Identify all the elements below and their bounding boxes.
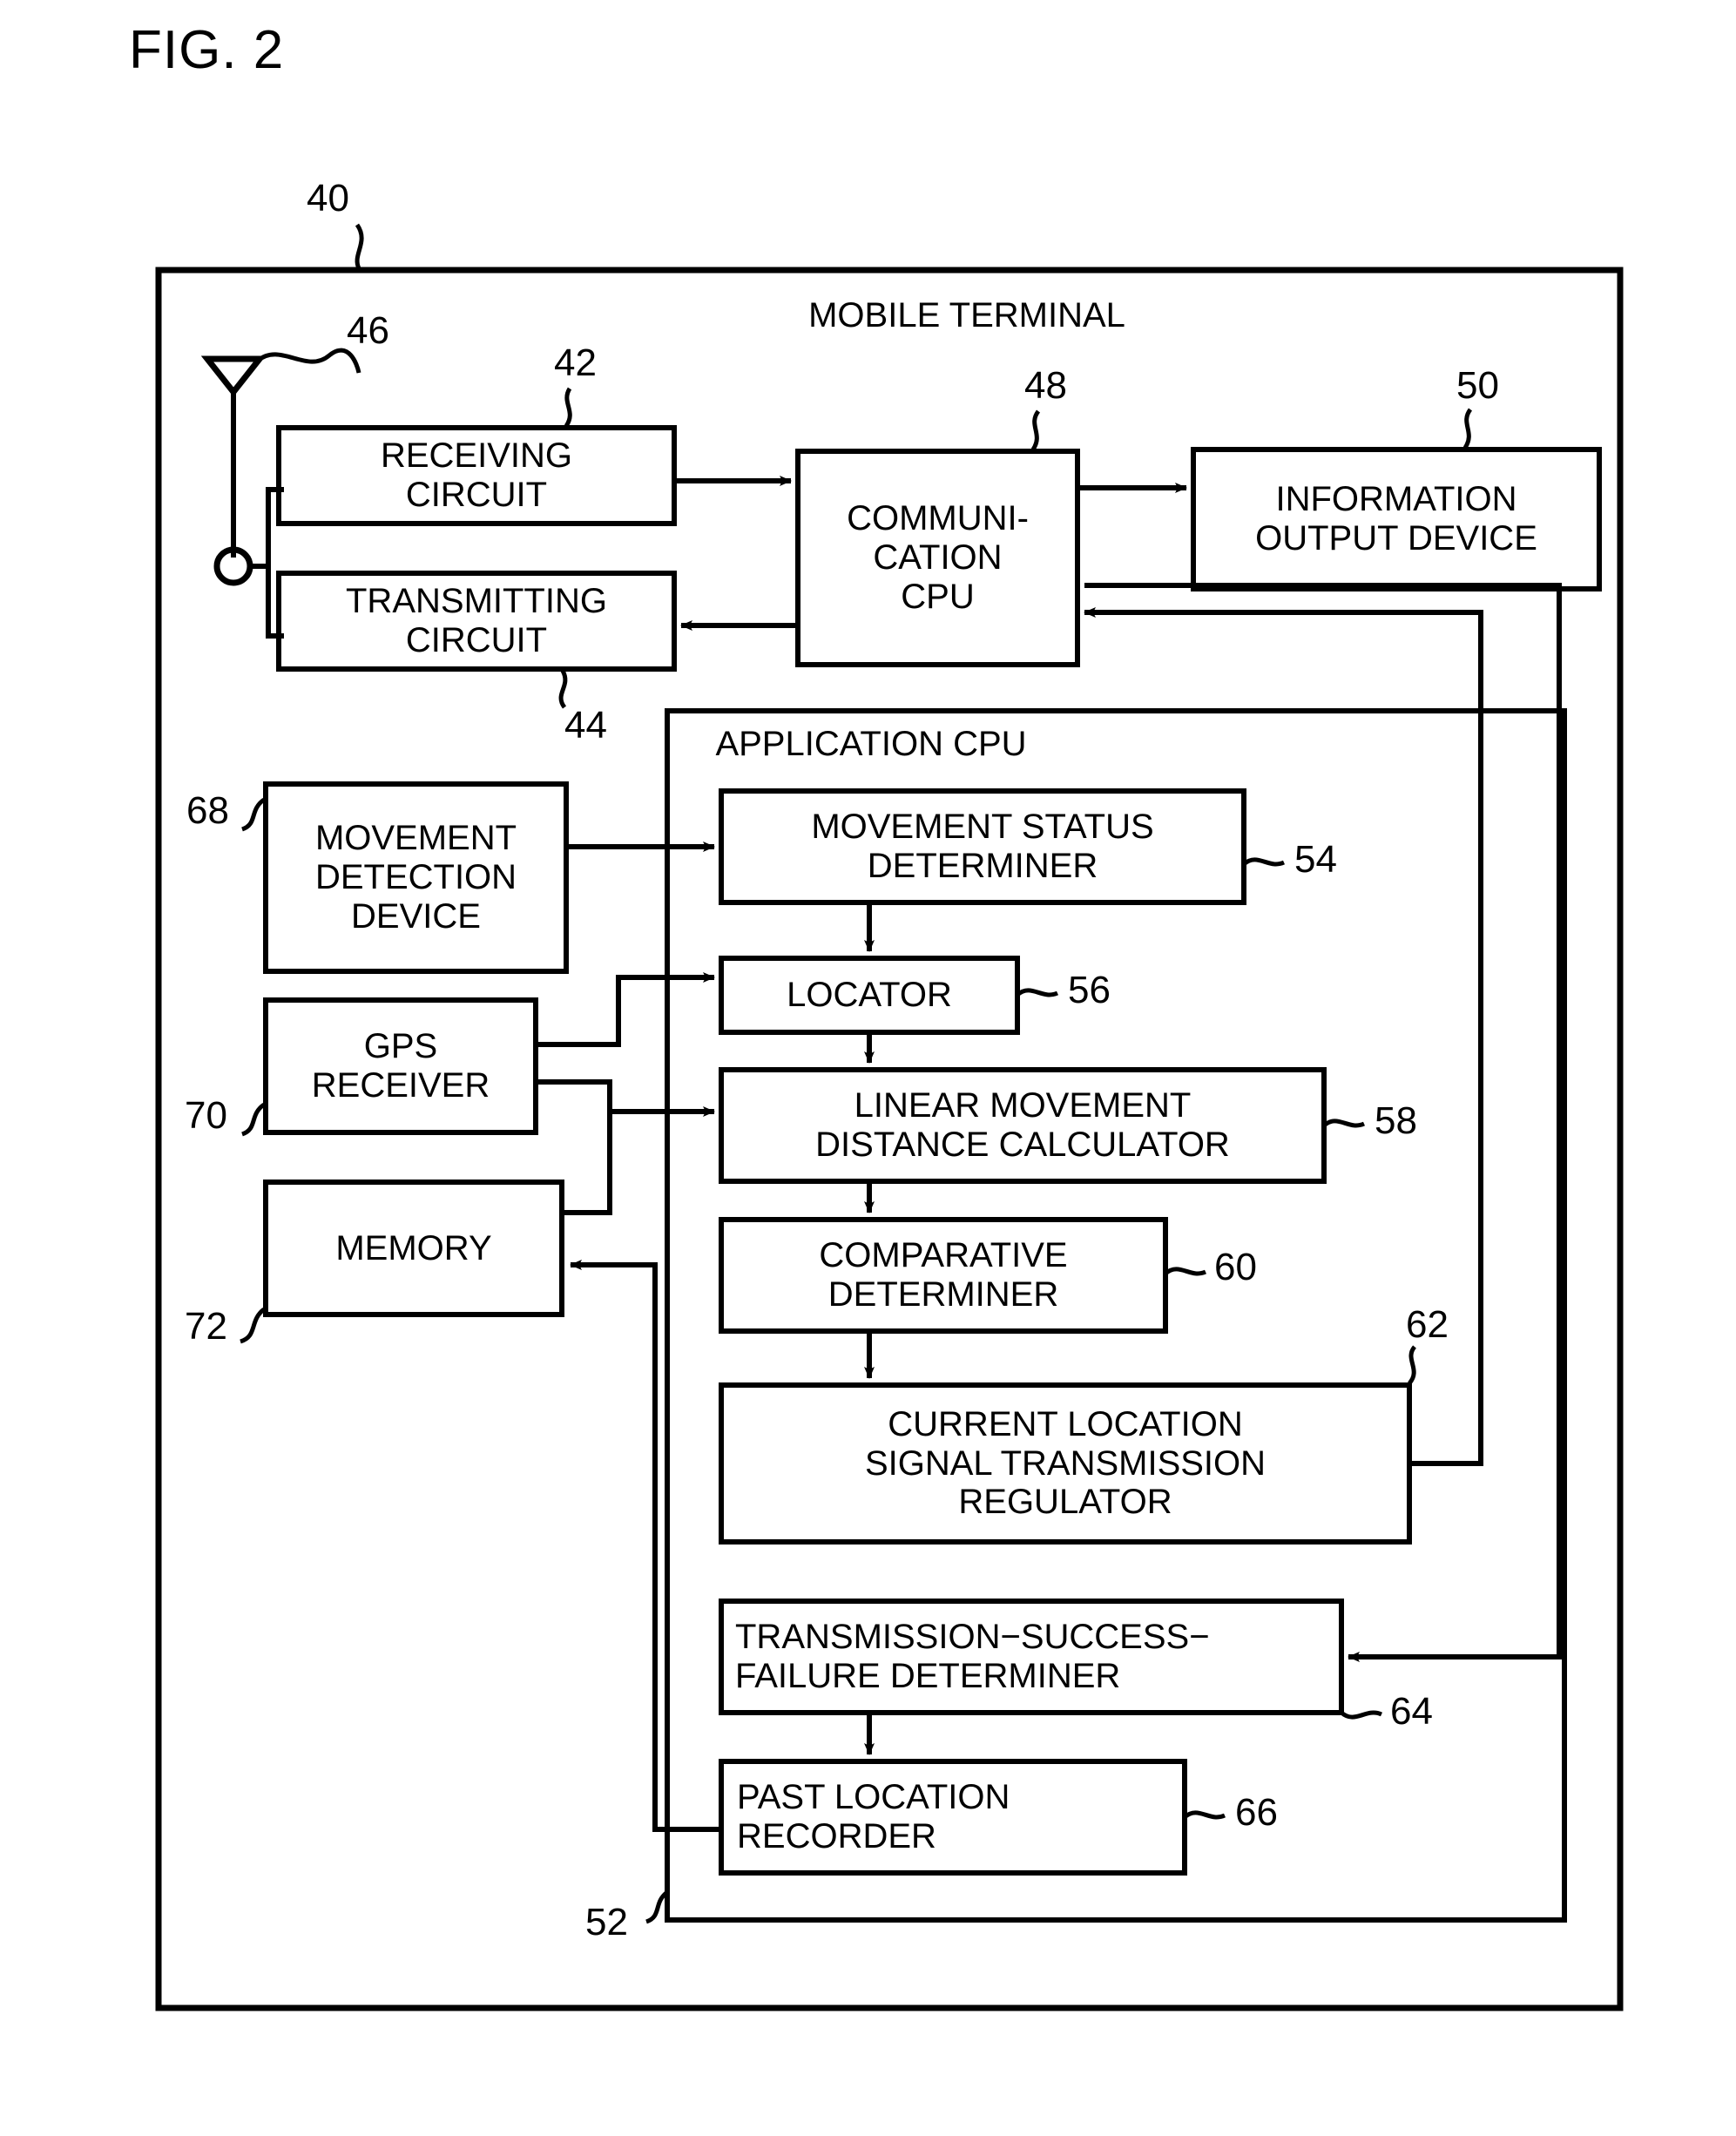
lead-line-54 xyxy=(1242,857,1286,867)
ref-number-64: 64 xyxy=(1390,1690,1433,1733)
lead-line-40 xyxy=(355,223,364,270)
lead-line-46 xyxy=(256,348,361,374)
linear-movement-distance-calculator-label: LINEAR MOVEMENT DISTANCE CALCULATOR xyxy=(815,1086,1230,1164)
connector-gps-to-locator xyxy=(536,972,715,1047)
locator-label: LOCATOR xyxy=(787,976,952,1015)
ref-number-68: 68 xyxy=(186,789,229,832)
information-output-device-label: INFORMATION OUTPUT DEVICE xyxy=(1255,480,1537,558)
lead-line-50 xyxy=(1462,408,1473,450)
lead-line-70 xyxy=(240,1102,266,1137)
ref-number-54: 54 xyxy=(1294,838,1337,881)
lead-line-48 xyxy=(1030,409,1041,451)
receiving-circuit-label: RECEIVING CIRCUIT xyxy=(380,436,573,514)
lead-line-56 xyxy=(1016,988,1059,997)
lead-line-58 xyxy=(1322,1119,1366,1128)
lead-line-72 xyxy=(240,1308,266,1344)
lead-line-62 xyxy=(1407,1345,1417,1385)
ref-number-58: 58 xyxy=(1375,1099,1417,1142)
transmitting-circuit-label: TRANSMITTING CIRCUIT xyxy=(346,582,607,659)
lead-line-66 xyxy=(1183,1810,1226,1820)
communication-cpu-label: COMMUNI- CATION CPU xyxy=(847,499,1029,616)
gps-receiver-label: GPS RECEIVER xyxy=(311,1027,490,1105)
lead-line-68 xyxy=(240,797,266,832)
connector-recorder-to-memory xyxy=(570,1260,721,1832)
patent-figure: FIG. 2 MOBILE TERMINAL APPLICATION CPU R… xyxy=(0,0,1736,2136)
current-location-signal-transmission-regulator-label: CURRENT LOCATION SIGNAL TRANSMISSION REG… xyxy=(864,1404,1267,1522)
connector-gps-to-linear xyxy=(536,1079,715,1117)
past-location-recorder-label: PAST LOCATION RECORDER xyxy=(737,1778,1010,1855)
ref-number-48: 48 xyxy=(1024,364,1067,407)
antenna-icon xyxy=(200,355,267,397)
transmission-success-failure-determiner-label: TRANSMISSION−SUCCESS− FAILURE DETERMINER xyxy=(735,1618,1210,1695)
comparative-determiner-label: COMPARATIVE DETERMINER xyxy=(819,1236,1068,1314)
ref-number-42: 42 xyxy=(554,341,597,384)
connector-memory-to-linear xyxy=(562,1112,612,1215)
ref-number-50: 50 xyxy=(1456,364,1499,407)
lead-line-44 xyxy=(558,669,568,709)
ref-number-62: 62 xyxy=(1406,1303,1449,1346)
lead-line-64 xyxy=(1340,1710,1383,1720)
lead-line-60 xyxy=(1164,1267,1207,1276)
mobile-terminal-title: MOBILE TERMINAL xyxy=(808,296,1125,335)
ref-number-56: 56 xyxy=(1068,969,1111,1011)
lead-line-42 xyxy=(564,387,572,428)
memory-label: MEMORY xyxy=(335,1228,492,1267)
ref-number-44: 44 xyxy=(564,704,607,747)
application-cpu-title: APPLICATION CPU xyxy=(715,725,1027,763)
ref-number-72: 72 xyxy=(185,1305,227,1348)
ref-number-60: 60 xyxy=(1214,1246,1257,1288)
lead-line-52 xyxy=(645,1890,669,1924)
movement-status-determiner-label: MOVEMENT STATUS DETERMINER xyxy=(811,808,1154,885)
ref-number-46: 46 xyxy=(347,309,389,352)
ref-number-52: 52 xyxy=(585,1901,628,1943)
movement-detection-device-label: MOVEMENT DETECTION DEVICE xyxy=(314,819,517,936)
ref-number-66: 66 xyxy=(1235,1791,1278,1834)
ref-number-70: 70 xyxy=(185,1094,227,1137)
ref-number-40: 40 xyxy=(307,177,349,220)
